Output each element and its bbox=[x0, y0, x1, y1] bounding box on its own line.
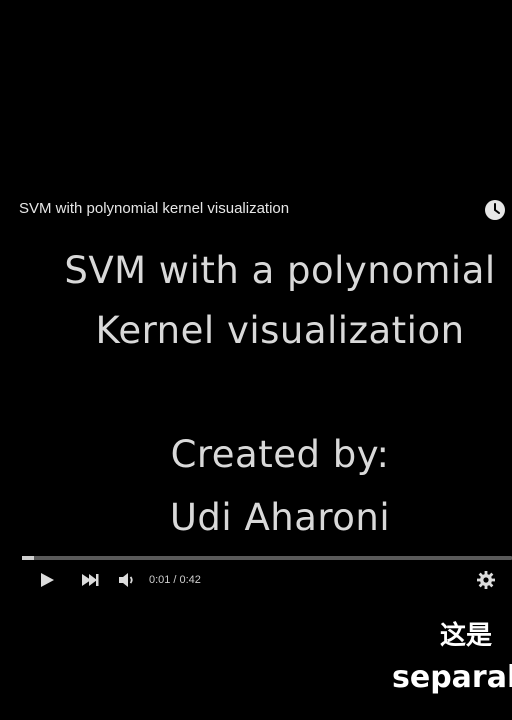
gear-icon[interactable] bbox=[476, 570, 496, 590]
clock-icon[interactable] bbox=[484, 199, 506, 221]
current-time: 0:01 bbox=[149, 574, 171, 586]
slide-credit-heading: Created by: bbox=[170, 433, 390, 476]
slide-author-name: Udi Aharoni bbox=[169, 496, 391, 539]
time-separator: / bbox=[173, 574, 177, 586]
volume-icon[interactable] bbox=[117, 570, 137, 590]
video-title[interactable]: SVM with polynomial kernel visualization bbox=[19, 200, 289, 217]
progress-bar[interactable] bbox=[22, 556, 512, 560]
duration: 0:42 bbox=[179, 574, 201, 586]
slide-title-line-1: SVM with a polynomial bbox=[64, 249, 496, 292]
subtitle-line-1: 这是 bbox=[440, 621, 493, 651]
slide-title-line-2: Kernel visualization bbox=[95, 309, 465, 352]
subtitle-line-2: separab bbox=[392, 660, 512, 695]
next-icon[interactable] bbox=[80, 570, 100, 590]
video-player[interactable]: SVM with polynomial kernel visualization… bbox=[0, 0, 512, 720]
time-display: 0:01/0:42 bbox=[149, 574, 201, 586]
progress-bar-fill bbox=[22, 556, 34, 560]
play-icon[interactable] bbox=[37, 570, 57, 590]
